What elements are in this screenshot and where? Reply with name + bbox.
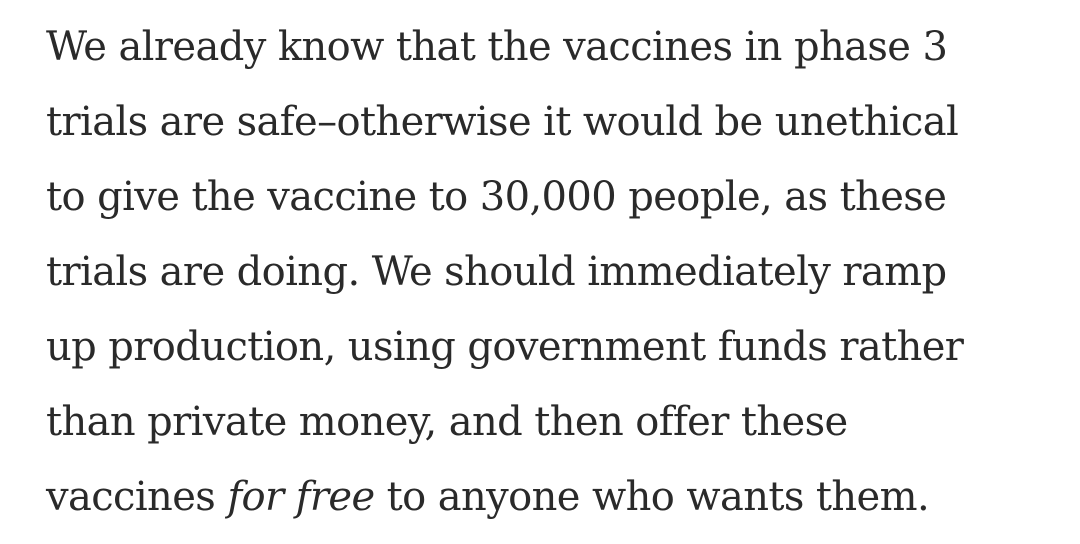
paragraph-line-5: up production, using government funds ra… — [46, 324, 964, 370]
paragraph-line-7: vaccines for free to anyone who wants th… — [46, 460, 1056, 535]
paragraph-line-2: trials are safe–otherwise it would be un… — [46, 99, 959, 145]
paragraph-line-3: to give the vaccine to 30,000 people, as… — [46, 174, 947, 220]
paragraph-line-6: than private money, and then offer these — [46, 399, 848, 445]
paragraph-line-4: trials are doing. We should immediately … — [46, 249, 947, 295]
line-7-text-before: vaccines — [46, 474, 228, 520]
emphasized-text: for free — [227, 474, 375, 520]
article-paragraph: We already know that the vaccines in pha… — [46, 0, 1056, 535]
paragraph-line-1: We already know that the vaccines in pha… — [46, 24, 948, 70]
line-7-text-after: to anyone who wants them. — [374, 474, 930, 520]
